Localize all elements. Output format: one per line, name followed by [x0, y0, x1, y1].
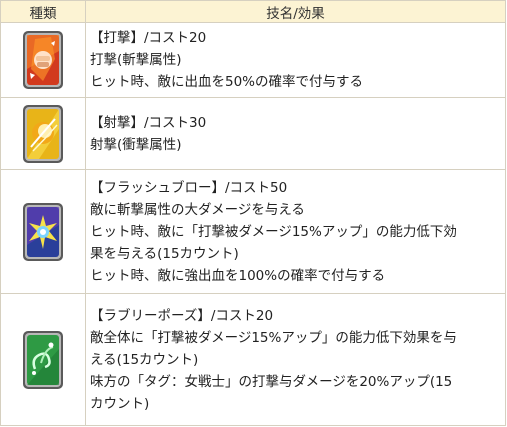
skill-name: 【ラブリーポーズ】/コスト20: [90, 307, 274, 324]
effect-line: 敵全体に「打撃被ダメージ15%アップ」の能力低下効果を与: [90, 329, 457, 346]
skill-table: 種類 技名/効果 【打撃】/コスト20 打撃(斬撃属性) ヒット時、敵に出血を5…: [0, 0, 506, 426]
type-cell: [0, 169, 86, 294]
header-type: 種類: [0, 0, 86, 23]
effect-line: ヒット時、敵に出血を50%の確率で付与する: [90, 74, 364, 90]
header-skill: 技名/効果: [85, 0, 506, 23]
type-cell: [0, 22, 86, 98]
skill-description: 【ラブリーポーズ】/コスト20 敵全体に「打撃被ダメージ15%アップ」の能力低下…: [85, 293, 506, 426]
skill-name: 【射撃】/コスト30: [90, 114, 207, 131]
yellow-shot-card-icon: [21, 103, 65, 165]
effect-line: 敵に斬撃属性の大ダメージを与える: [90, 201, 305, 218]
table-row: 【射撃】/コスト30 射撃(衝撃属性): [0, 97, 506, 170]
skill-description: 【フラッシュブロー】/コスト50 敵に斬撃属性の大ダメージを与える ヒット時、敵…: [85, 169, 506, 294]
type-cell: [0, 97, 86, 170]
effect-line: カウント): [90, 395, 150, 412]
effect-line: 射撃(衝撃属性): [90, 136, 182, 153]
green-pose-card-icon: [21, 329, 65, 391]
table-row: 【打撃】/コスト20 打撃(斬撃属性) ヒット時、敵に出血を50%の確率で付与す…: [0, 22, 506, 98]
skill-name: 【打撃】/コスト20: [90, 30, 207, 46]
red-fist-card-icon: [21, 29, 65, 91]
skill-description: 【射撃】/コスト30 射撃(衝撃属性): [85, 97, 506, 170]
blue-flash-card-icon: [21, 201, 65, 263]
type-cell: [0, 293, 86, 426]
effect-line: 味方の「タグ：女戦士」の打撃与ダメージを20%アップ(15: [90, 373, 453, 390]
skill-description: 【打撃】/コスト20 打撃(斬撃属性) ヒット時、敵に出血を50%の確率で付与す…: [85, 22, 506, 98]
effect-line: 果を与える(15カウント): [90, 245, 239, 262]
table-row: 【フラッシュブロー】/コスト50 敵に斬撃属性の大ダメージを与える ヒット時、敵…: [0, 169, 506, 294]
effect-line: ヒット時、敵に強出血を100%の確率で付与する: [90, 267, 386, 284]
skill-name: 【フラッシュブロー】/コスト50: [90, 179, 288, 196]
header-row: 種類 技名/効果: [0, 0, 506, 23]
effect-line: ヒット時、敵に「打撃被ダメージ15%アップ」の能力低下効: [90, 223, 457, 240]
table-row: 【ラブリーポーズ】/コスト20 敵全体に「打撃被ダメージ15%アップ」の能力低下…: [0, 293, 506, 426]
effect-line: 打撃(斬撃属性): [90, 52, 182, 68]
effect-line: える(15カウント): [90, 351, 199, 368]
